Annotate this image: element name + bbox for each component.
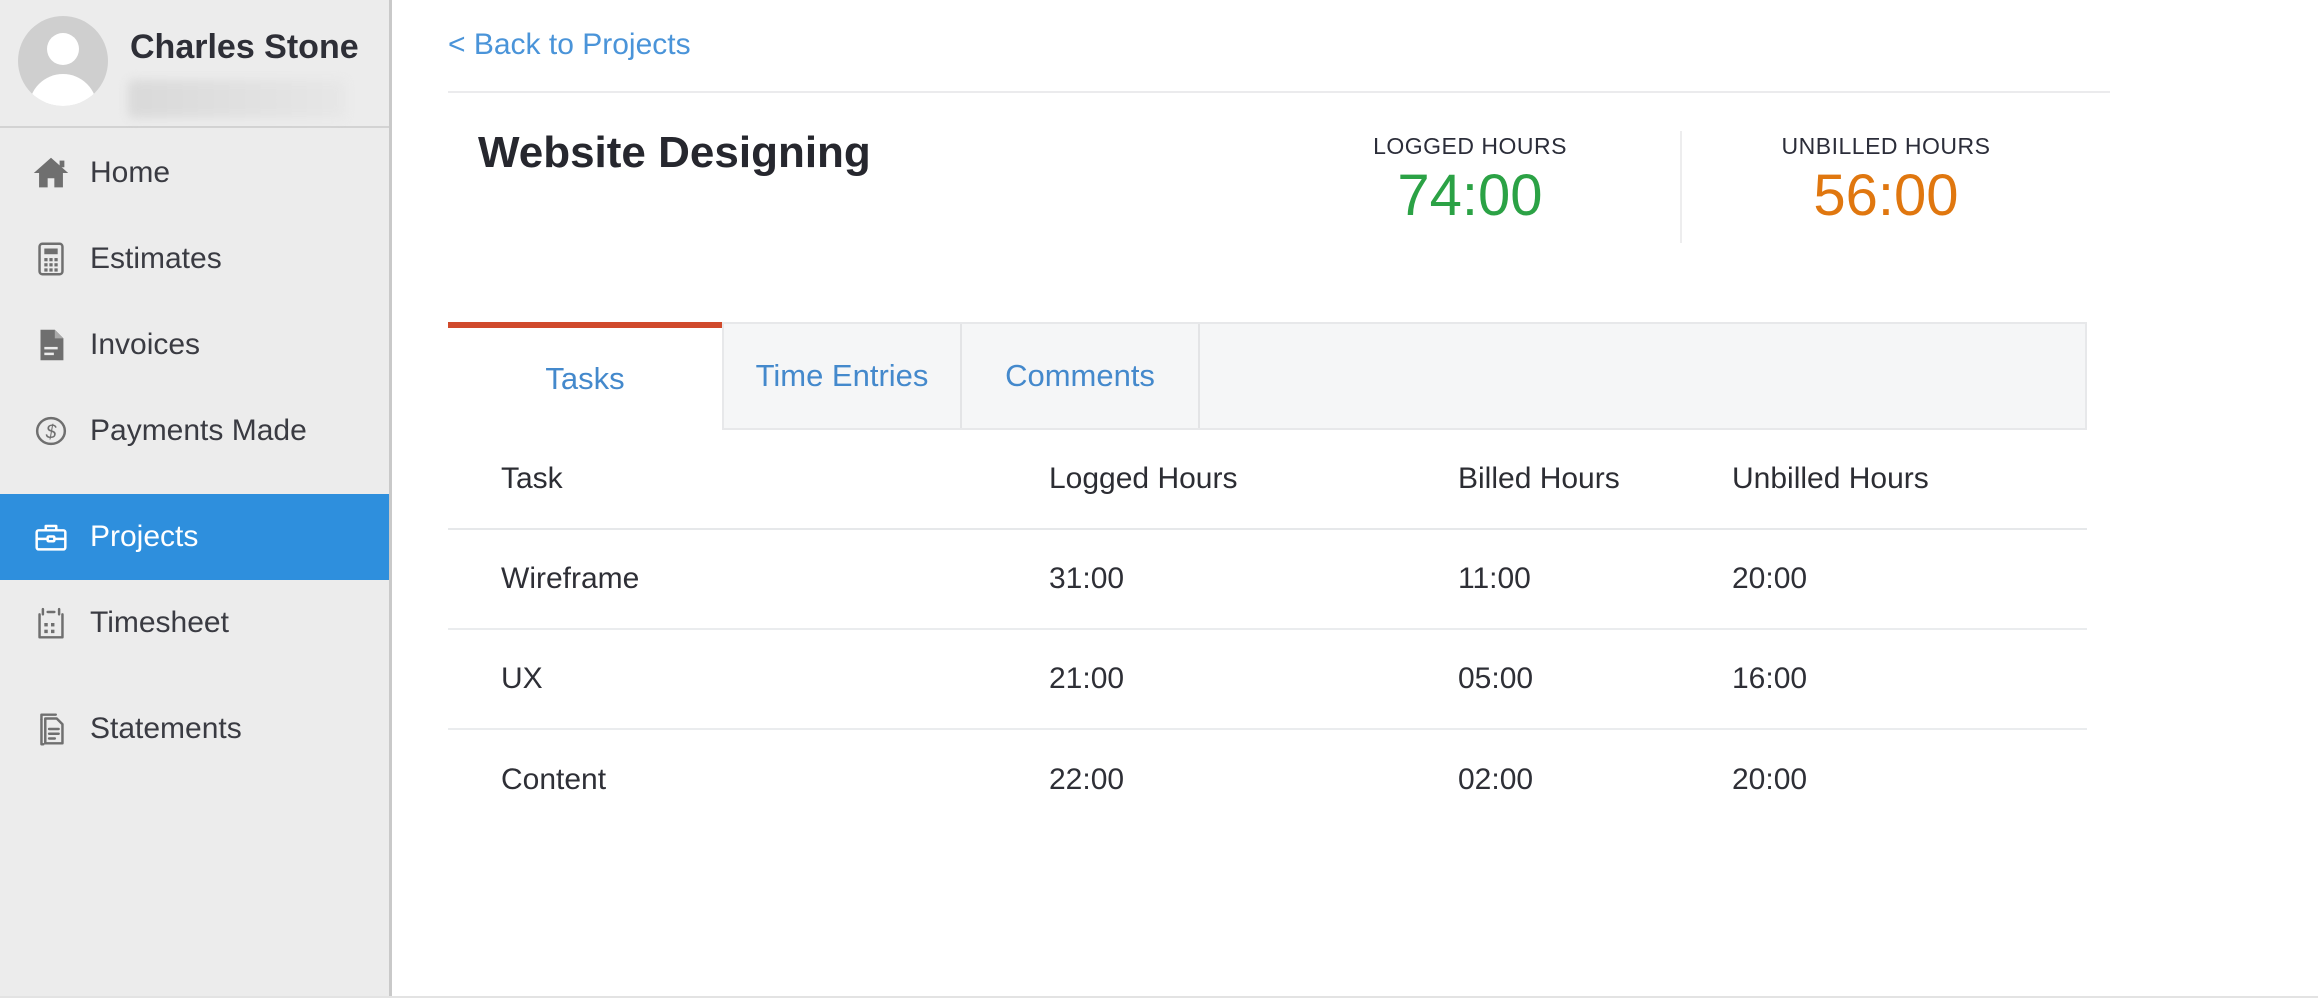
sidebar-item-label: Home — [90, 156, 170, 190]
tab-comments[interactable]: Comments — [962, 324, 1200, 428]
timesheet-icon — [28, 600, 74, 646]
logged-hours-cell: 22:00 — [996, 763, 1405, 797]
sidebar-item-label: Payments Made — [90, 414, 307, 448]
statements-icon — [28, 706, 74, 752]
avatar — [18, 16, 108, 106]
project-title: Website Designing — [478, 129, 871, 177]
sidebar-item-label: Timesheet — [90, 606, 229, 640]
back-to-projects-link[interactable]: < Back to Projects — [448, 27, 691, 63]
table-row: Content 22:00 02:00 20:00 — [448, 730, 2087, 830]
sidebar-nav: Home — [0, 128, 389, 772]
unbilled-hours-value: 56:00 — [1682, 165, 2090, 227]
sidebar-item-invoices[interactable]: Invoices — [0, 302, 389, 388]
task-name-cell: UX — [448, 662, 996, 696]
billed-hours-cell: 02:00 — [1405, 763, 1679, 797]
home-icon — [28, 150, 74, 196]
person-icon — [18, 16, 108, 106]
billed-hours-cell: 11:00 — [1405, 562, 1679, 596]
logged-hours-label: LOGGED HOURS — [1260, 133, 1680, 160]
svg-text:$: $ — [45, 422, 57, 443]
logged-hours-stat: LOGGED HOURS 74:00 — [1260, 129, 1680, 227]
invoice-icon — [28, 322, 74, 368]
column-header-task: Task — [448, 462, 996, 496]
sidebar-item-projects[interactable]: Projects — [0, 494, 389, 580]
tab-bar-inactive-area: Time Entries Comments — [722, 322, 2087, 430]
tasks-table: Task Logged Hours Billed Hours Unbilled … — [448, 430, 2087, 830]
tab-time-entries[interactable]: Time Entries — [724, 324, 962, 428]
task-name-cell: Content — [448, 763, 996, 797]
column-header-logged-hours: Logged Hours — [996, 462, 1405, 496]
logged-hours-cell: 31:00 — [996, 562, 1405, 596]
sidebar-item-statements[interactable]: Statements — [0, 686, 389, 772]
sidebar-item-home[interactable]: Home — [0, 130, 389, 216]
sidebar-item-estimates[interactable]: Estimates — [0, 216, 389, 302]
sidebar-item-label: Projects — [90, 520, 198, 554]
table-row: UX 21:00 05:00 16:00 — [448, 630, 2087, 730]
client-portal-app: Charles Stone Home — [0, 0, 2318, 998]
logged-hours-value: 74:00 — [1260, 165, 1680, 227]
payment-dollar-icon: $ — [28, 408, 74, 454]
tab-tasks[interactable]: Tasks — [448, 322, 722, 430]
project-header: Website Designing LOGGED HOURS 74:00 UNB… — [448, 93, 2090, 243]
column-header-billed-hours: Billed Hours — [1405, 462, 1679, 496]
column-header-unbilled-hours: Unbilled Hours — [1679, 462, 2087, 496]
tab-bar: Tasks Time Entries Comments — [448, 322, 2087, 430]
unbilled-hours-cell: 16:00 — [1679, 662, 2087, 696]
table-row: Wireframe 31:00 11:00 20:00 — [448, 530, 2087, 630]
task-name-cell: Wireframe — [448, 562, 996, 596]
unbilled-hours-stat: UNBILLED HOURS 56:00 — [1682, 129, 2090, 227]
unbilled-hours-cell: 20:00 — [1679, 562, 2087, 596]
sidebar-item-timesheet[interactable]: Timesheet — [0, 580, 389, 666]
sidebar-item-label: Invoices — [90, 328, 200, 362]
sidebar: Charles Stone Home — [0, 0, 392, 996]
user-name: Charles Stone — [130, 28, 359, 67]
tab-bar-filler — [1200, 324, 2085, 428]
unbilled-hours-cell: 20:00 — [1679, 763, 2087, 797]
sidebar-item-label: Statements — [90, 712, 242, 746]
logged-hours-cell: 21:00 — [996, 662, 1405, 696]
unbilled-hours-label: UNBILLED HOURS — [1682, 133, 2090, 160]
user-subtext-redacted — [128, 80, 346, 118]
sidebar-item-label: Estimates — [90, 242, 222, 276]
briefcase-icon — [28, 514, 74, 560]
user-section: Charles Stone — [0, 0, 389, 128]
hours-summary: LOGGED HOURS 74:00 UNBILLED HOURS 56:00 — [1260, 129, 2090, 243]
sidebar-item-payments-made[interactable]: $ Payments Made — [0, 388, 389, 474]
calculator-icon — [28, 236, 74, 282]
billed-hours-cell: 05:00 — [1405, 662, 1679, 696]
table-header-row: Task Logged Hours Billed Hours Unbilled … — [448, 430, 2087, 530]
main-content: < Back to Projects Website Designing LOG… — [392, 0, 2318, 996]
